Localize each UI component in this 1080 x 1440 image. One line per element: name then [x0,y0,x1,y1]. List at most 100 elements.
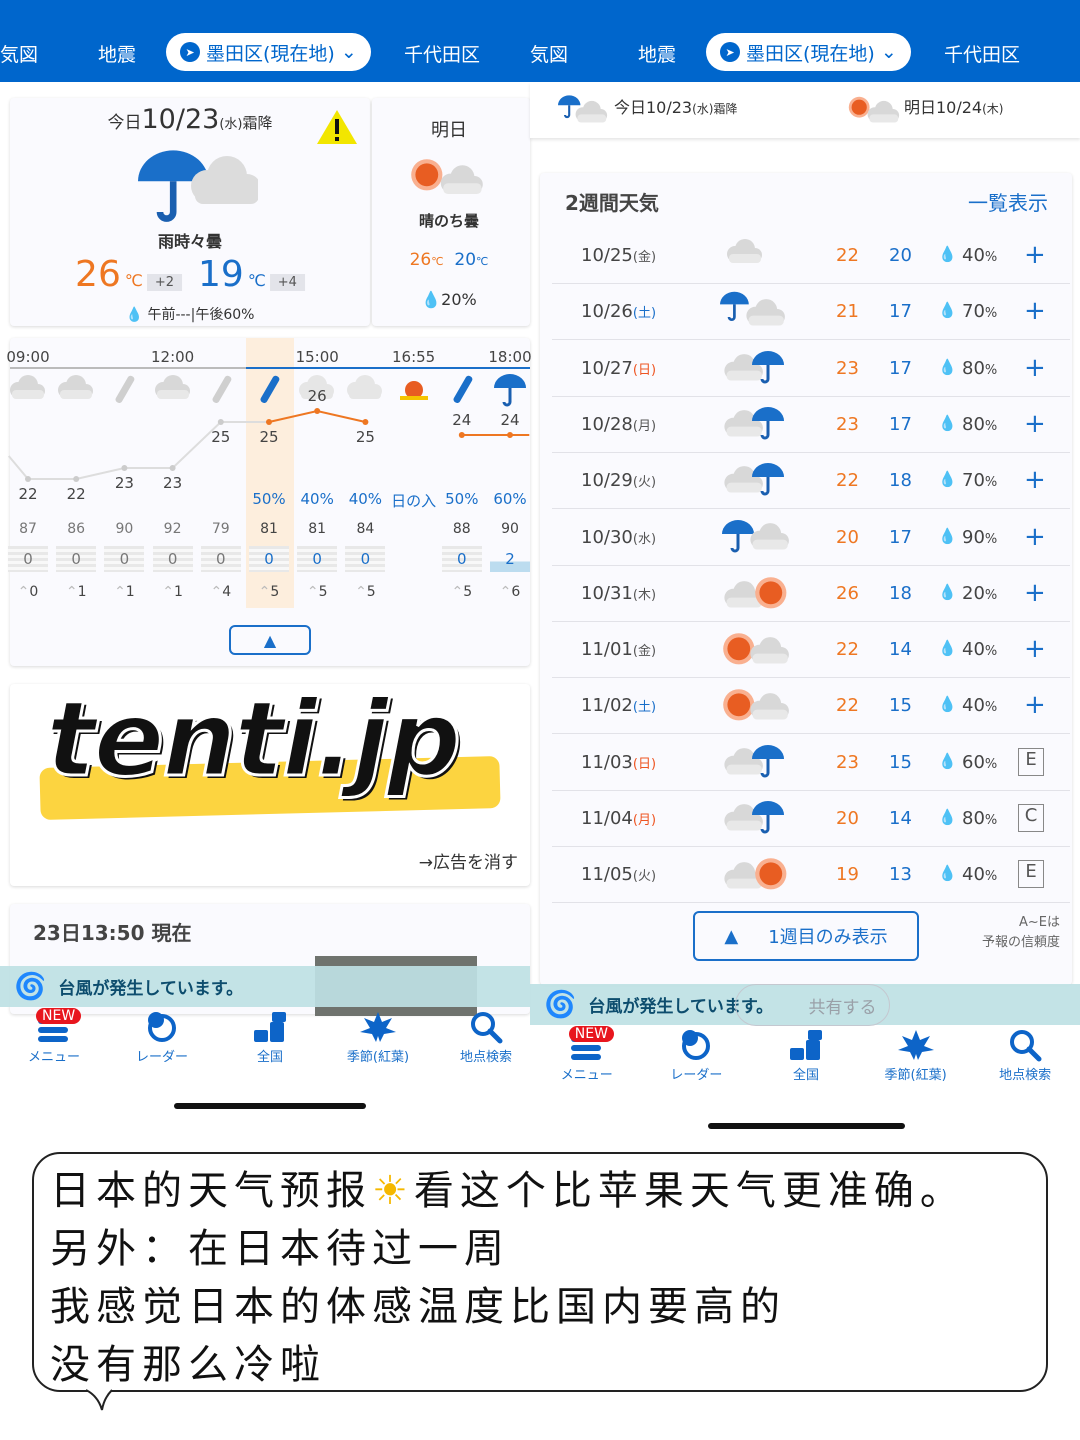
bottom-tab-bar: NEW メニュー レーダー 全国 季節(紅葉) 地点検索 [0,1008,540,1065]
temp-point [217,419,224,425]
japan-map-icon [752,1028,860,1062]
nav-chiyoda[interactable]: 千代田区 [944,40,1020,67]
day-row[interactable]: 10/26(土) 21 17 💧 70% + [552,284,1070,341]
drop-icon: 💧 [938,245,957,263]
collapse-hourly-button[interactable]: ▲ [229,625,311,655]
share-button[interactable]: 共有する [735,984,890,1026]
nav-chiyoda[interactable]: 千代田区 [404,40,480,67]
day-low: 17 [889,526,912,548]
day-row[interactable]: 11/02(土) 22 15 💧 40% + [552,678,1070,735]
day-high: 19 [836,864,859,886]
day-high: 21 [836,301,859,323]
today-weather: 雨時々曇 [157,232,223,251]
hour-rainfall: 0 [56,546,97,572]
sun-emoji-icon: ☀ [372,1168,414,1214]
day-row[interactable]: 10/29(火) 22 18 💧 70% + [552,453,1070,510]
day-row[interactable]: 10/27(日) 23 17 💧 80% + [552,341,1070,397]
day-row[interactable]: 10/30(水) 20 17 💧 90% + [552,510,1070,566]
nav-weather-map[interactable]: 気図 [0,40,38,67]
warning-icon[interactable] [316,108,358,146]
hour-temp: 26 [307,387,327,405]
reliability-badge[interactable]: C [1018,804,1044,832]
nav-earthquake[interactable]: 地震 [638,40,676,67]
location-arrow-icon: ➤ [720,42,740,62]
day-date: 10/28(月) [581,413,657,435]
day-high: 26 [836,582,859,604]
tab-menu[interactable]: NEW メニュー [0,1008,108,1065]
day-date: 10/25(金) [581,245,657,266]
expand-day-button[interactable]: + [1024,690,1046,720]
hour-wind: ⌃5 [258,584,280,600]
chevron-down-icon: ⌄ [340,41,357,63]
expand-day-button[interactable]: + [1024,296,1046,326]
location-selector[interactable]: ➤ 墨田区(現在地) ⌄ [706,33,911,71]
day-high: 20 [836,526,859,548]
day-pop: 80% [962,808,998,829]
day-pop: 40% [962,695,998,717]
day-high: 22 [836,470,859,492]
reliability-badge[interactable]: E [1018,747,1044,776]
day-low: 17 [889,357,912,379]
tab-maple-leaf[interactable]: 季節(紅葉) [862,1028,970,1083]
nav-weather-map[interactable]: 気図 [530,40,568,67]
maple-leaf-icon [324,1010,432,1044]
tab-japan-map[interactable]: 全国 [752,1028,860,1083]
day-date: 10/26(土) [581,301,657,323]
hour-rainfall: 0 [249,546,289,572]
day-low: 13 [889,864,912,886]
day-row[interactable]: 11/05(火) 19 13 💧 40% E [552,847,1070,904]
day-pop: 80% [962,357,998,379]
hour-wind: ⌃4 [210,584,232,600]
reliability-badge[interactable]: E [1018,860,1044,889]
location-selector[interactable]: ➤ 墨田区(現在地) ⌄ [166,33,371,71]
day-low: 15 [889,695,912,717]
typhoon-alert[interactable]: 🌀 台風が発生しています。 [0,966,530,1007]
expand-day-button[interactable]: + [1024,465,1046,495]
today-card[interactable]: 今日10/23(水)霜降 雨時々曇 26 ℃ +2 19 ℃ +4 💧 午前---|午後… [10,98,370,326]
hour-humidity: 84 [356,521,375,537]
drop-icon: 💧 [938,301,957,320]
expand-day-button[interactable]: + [1024,634,1046,664]
day-row[interactable]: 10/25(金) 22 20 💧 40% + [552,228,1070,284]
nav-earthquake[interactable]: 地震 [98,40,136,67]
day-row[interactable]: 11/01(金) 22 14 💧 40% + [552,622,1070,679]
day-high: 22 [836,695,859,717]
day-pop: 40% [962,864,998,886]
ad-banner[interactable]: tenti.jp →広告を消す [10,677,530,886]
day-pop: 40% [962,639,998,661]
day-row[interactable]: 11/04(月) 20 14 💧 80% C [552,791,1070,847]
cloud-sun-icon [720,853,790,902]
hour-wind: ⌃5 [451,584,473,600]
show-first-week-button[interactable]: ▲ 1週目のみ表示 [693,911,919,961]
tab-maple-leaf[interactable]: 季節(紅葉) [324,1010,432,1065]
tomorrow-card[interactable]: 明日 晴のち曇 26℃ 20℃ 💧20% [372,98,530,326]
day-pop: 80% [962,413,998,435]
list-view-link[interactable]: 一覧表示 [968,187,1048,216]
tab-search[interactable]: 地点検索 [432,1010,540,1065]
day-high: 22 [836,639,859,661]
expand-day-button[interactable]: + [1024,353,1046,383]
tab-radar[interactable]: レーダー [108,1010,216,1065]
expand-day-button[interactable]: + [1024,409,1046,439]
expand-day-button[interactable]: + [1024,578,1046,608]
temp-point [121,465,128,471]
hour-temp: 25 [355,428,375,446]
tab-menu[interactable]: NEW メニュー [533,1026,641,1083]
tab-japan-map[interactable]: 全国 [216,1010,324,1065]
rain-cloud-icon [128,146,261,230]
expand-day-button[interactable]: + [1024,240,1046,270]
day-row[interactable]: 10/28(月) 23 17 💧 80% + [552,397,1070,453]
tab-search[interactable]: 地点検索 [971,1028,1079,1083]
hour-precip-prob: 60% [493,490,527,508]
expand-day-button[interactable]: + [1024,522,1046,552]
remove-ad-link[interactable]: →広告を消す [419,848,518,873]
cloud-rain-icon [720,403,790,452]
hour-humidity: 86 [67,521,86,537]
drop-icon: 💧 [938,357,957,376]
day-row[interactable]: 11/03(日) 23 15 💧 60% E [552,735,1070,791]
day-row[interactable]: 10/31(木) 26 18 💧 20% + [552,566,1070,622]
hour-rainfall: 0 [441,546,482,572]
tab-radar[interactable]: レーダー [642,1028,750,1083]
day-date: 10/31(木) [581,582,657,604]
temp-point [507,432,513,438]
